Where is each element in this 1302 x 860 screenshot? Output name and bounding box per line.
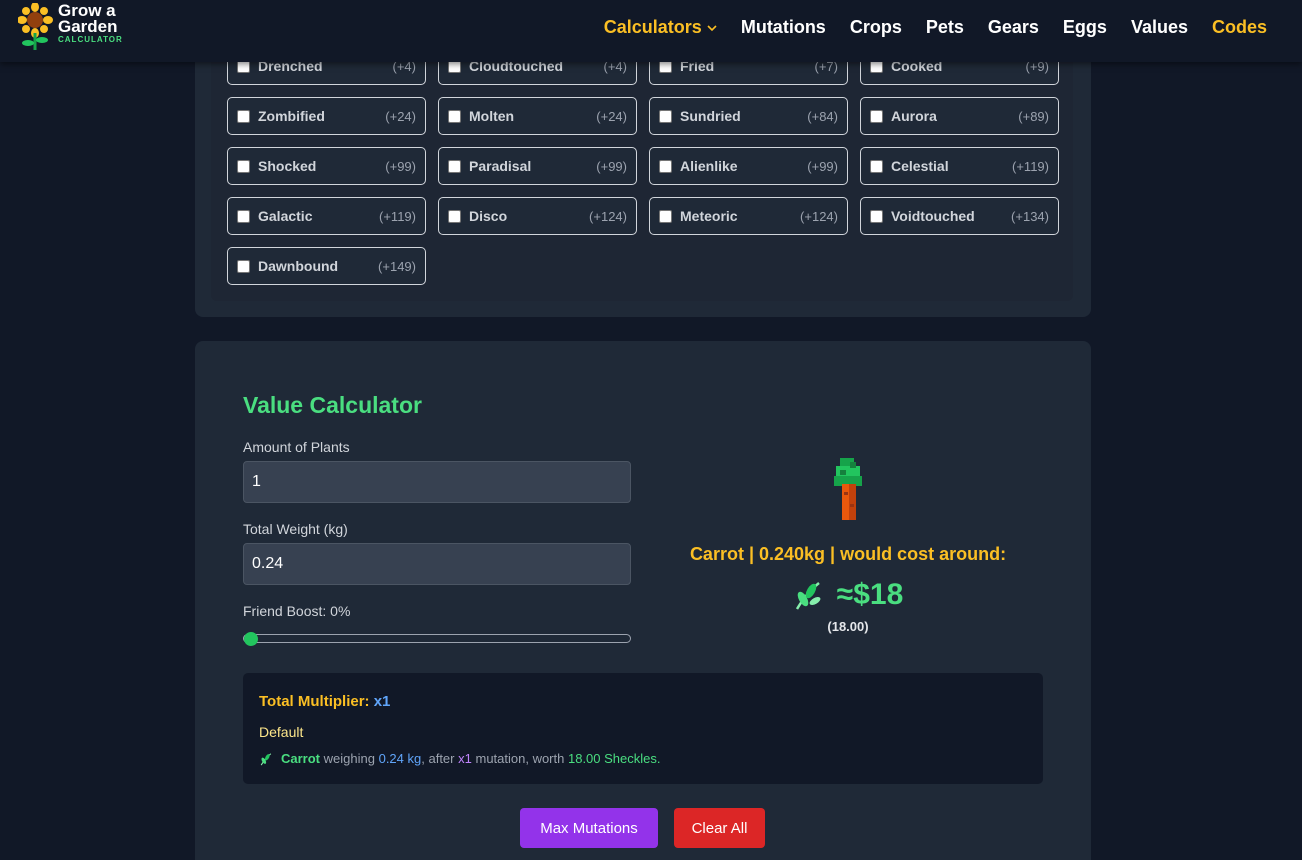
mutation-bonus: (+24) [596,108,627,124]
mutation-name: Celestial [891,158,949,174]
nav-mutations[interactable]: Mutations [741,17,826,38]
chevron-down-icon [707,24,717,31]
friend-boost-slider[interactable] [243,634,631,643]
nav-eggs[interactable]: Eggs [1063,17,1107,38]
price-value: ≈$18 [836,578,904,611]
nav-values[interactable]: Values [1131,17,1188,38]
amount-input[interactable] [243,461,631,503]
mutation-option[interactable]: Celestial (+119) [860,147,1059,185]
mutation-bonus: (+99) [385,158,416,174]
mutation-bonus: (+119) [1012,158,1049,174]
friend-boost-slider-thumb[interactable] [244,632,258,646]
summary-weight: 0.24 kg [378,751,422,766]
mutation-name: Meteoric [680,208,738,224]
mutation-bonus: (+99) [596,158,627,174]
friend-boost-label: Friend Boost: 0% [243,603,351,619]
mutation-checkbox[interactable] [870,209,883,223]
mutation-checkbox[interactable] [448,209,461,223]
mutation-checkbox[interactable] [237,109,250,123]
total-multiplier: Total Multiplier: x1 [259,693,390,710]
mutation-option[interactable]: Disco (+124) [438,197,637,235]
price-row: ≈$18 [648,578,1048,612]
summary-multiplier: x1 [458,751,472,766]
mutation-bonus: (+119) [379,208,416,224]
mutations-grid: Drenched (+4) Cloudtouched (+4) Fried (+7) Coo… [227,47,1059,285]
nav-gears[interactable]: Gears [988,17,1039,38]
price-exact: (18.00) [827,619,869,634]
mutation-name: Shocked [258,158,317,174]
mutation-name: Zombified [258,108,325,124]
mutation-name: Aurora [891,108,937,124]
mutation-option[interactable]: Molten (+24) [438,97,637,135]
max-mutations-button[interactable]: Max Mutations [520,808,658,848]
summary-mutation-worth: mutation, worth [475,751,565,766]
mutation-mode: Default [259,724,304,740]
nav-calculators-label: Calculators [603,17,702,37]
nav-pets[interactable]: Pets [926,17,964,38]
mutation-option[interactable]: Voidtouched (+134) [860,197,1059,235]
summary-crop: Carrot [281,751,321,766]
mutation-checkbox[interactable] [659,209,672,223]
mutation-name: Paradisal [469,158,532,174]
mutation-bonus: (+149) [378,258,416,274]
mutation-name: Molten [469,108,515,124]
total-multiplier-value: x1 [373,693,391,710]
mutation-bonus: (+124) [800,208,838,224]
mutation-option[interactable]: Sundried (+84) [649,97,848,135]
summary-sentence: Carrot weighing 0.24 kg, after x1 mutati… [259,751,661,766]
mutation-name: Sundried [680,108,741,124]
summary-after: , after [421,751,455,766]
logo-line-2: Garden [58,17,118,36]
mutation-name: Alienlike [680,158,738,174]
mutation-bonus: (+84) [807,108,838,124]
total-multiplier-label: Total Multiplier: [259,693,370,710]
mutation-checkbox[interactable] [237,259,250,273]
weight-input[interactable] [243,543,631,585]
mutation-bonus: (+99) [807,158,838,174]
mutation-checkbox[interactable] [870,109,883,123]
summary-worth: 18.00 Sheckles. [567,751,661,766]
amount-label: Amount of Plants [243,439,350,455]
mutation-option[interactable]: Aurora (+89) [860,97,1059,135]
mutation-checkbox[interactable] [237,159,250,173]
mutation-checkbox[interactable] [659,159,672,173]
mutation-option[interactable]: Zombified (+24) [227,97,426,135]
nav-calculators[interactable]: Calculators [604,17,717,38]
mutation-checkbox[interactable] [448,109,461,123]
mutation-name: Dawnbound [258,258,339,274]
site-header: Grow a Garden CALCULATOR Calculators Mut… [0,0,1302,62]
logo[interactable]: Grow a Garden CALCULATOR [18,2,123,51]
mutation-option[interactable]: Meteoric (+124) [649,197,848,235]
mutation-bonus: (+24) [385,108,416,124]
mutation-checkbox[interactable] [237,209,250,223]
summary-weighing: weighing [323,751,375,766]
main-nav: Calculators Mutations Crops Pets Gears E… [580,17,1267,38]
nav-codes[interactable]: Codes [1212,17,1267,38]
mutation-name: Voidtouched [891,208,975,224]
weight-label: Total Weight (kg) [243,521,348,537]
result-text: Carrot | 0.240kg | would cost around: [689,544,1007,564]
mutation-name: Disco [469,208,508,224]
mutation-checkbox[interactable] [870,159,883,173]
multiplier-summary: Total Multiplier: x1 Default Carrot weig… [243,673,1043,784]
mutation-checkbox[interactable] [448,159,461,173]
mutation-bonus: (+134) [1011,208,1049,224]
carrot-icon [834,458,862,520]
mutation-name: Galactic [258,208,313,224]
mutation-option[interactable]: Alienlike (+99) [649,147,848,185]
mutation-bonus: (+89) [1018,108,1049,124]
mutation-option[interactable]: Shocked (+99) [227,147,426,185]
mutation-option[interactable]: Galactic (+119) [227,197,426,235]
sunflower-icon [18,3,53,50]
mutation-bonus: (+124) [589,208,627,224]
logo-subtitle: CALCULATOR [58,35,123,44]
sheckle-leaf-icon [260,752,272,765]
calculator-title: Value Calculator [243,392,422,418]
clear-all-button[interactable]: Clear All [674,808,765,848]
sheckle-leaf-icon [795,582,821,610]
mutation-option[interactable]: Paradisal (+99) [438,147,637,185]
nav-crops[interactable]: Crops [850,17,902,38]
mutation-checkbox[interactable] [659,109,672,123]
mutation-option[interactable]: Dawnbound (+149) [227,247,426,285]
